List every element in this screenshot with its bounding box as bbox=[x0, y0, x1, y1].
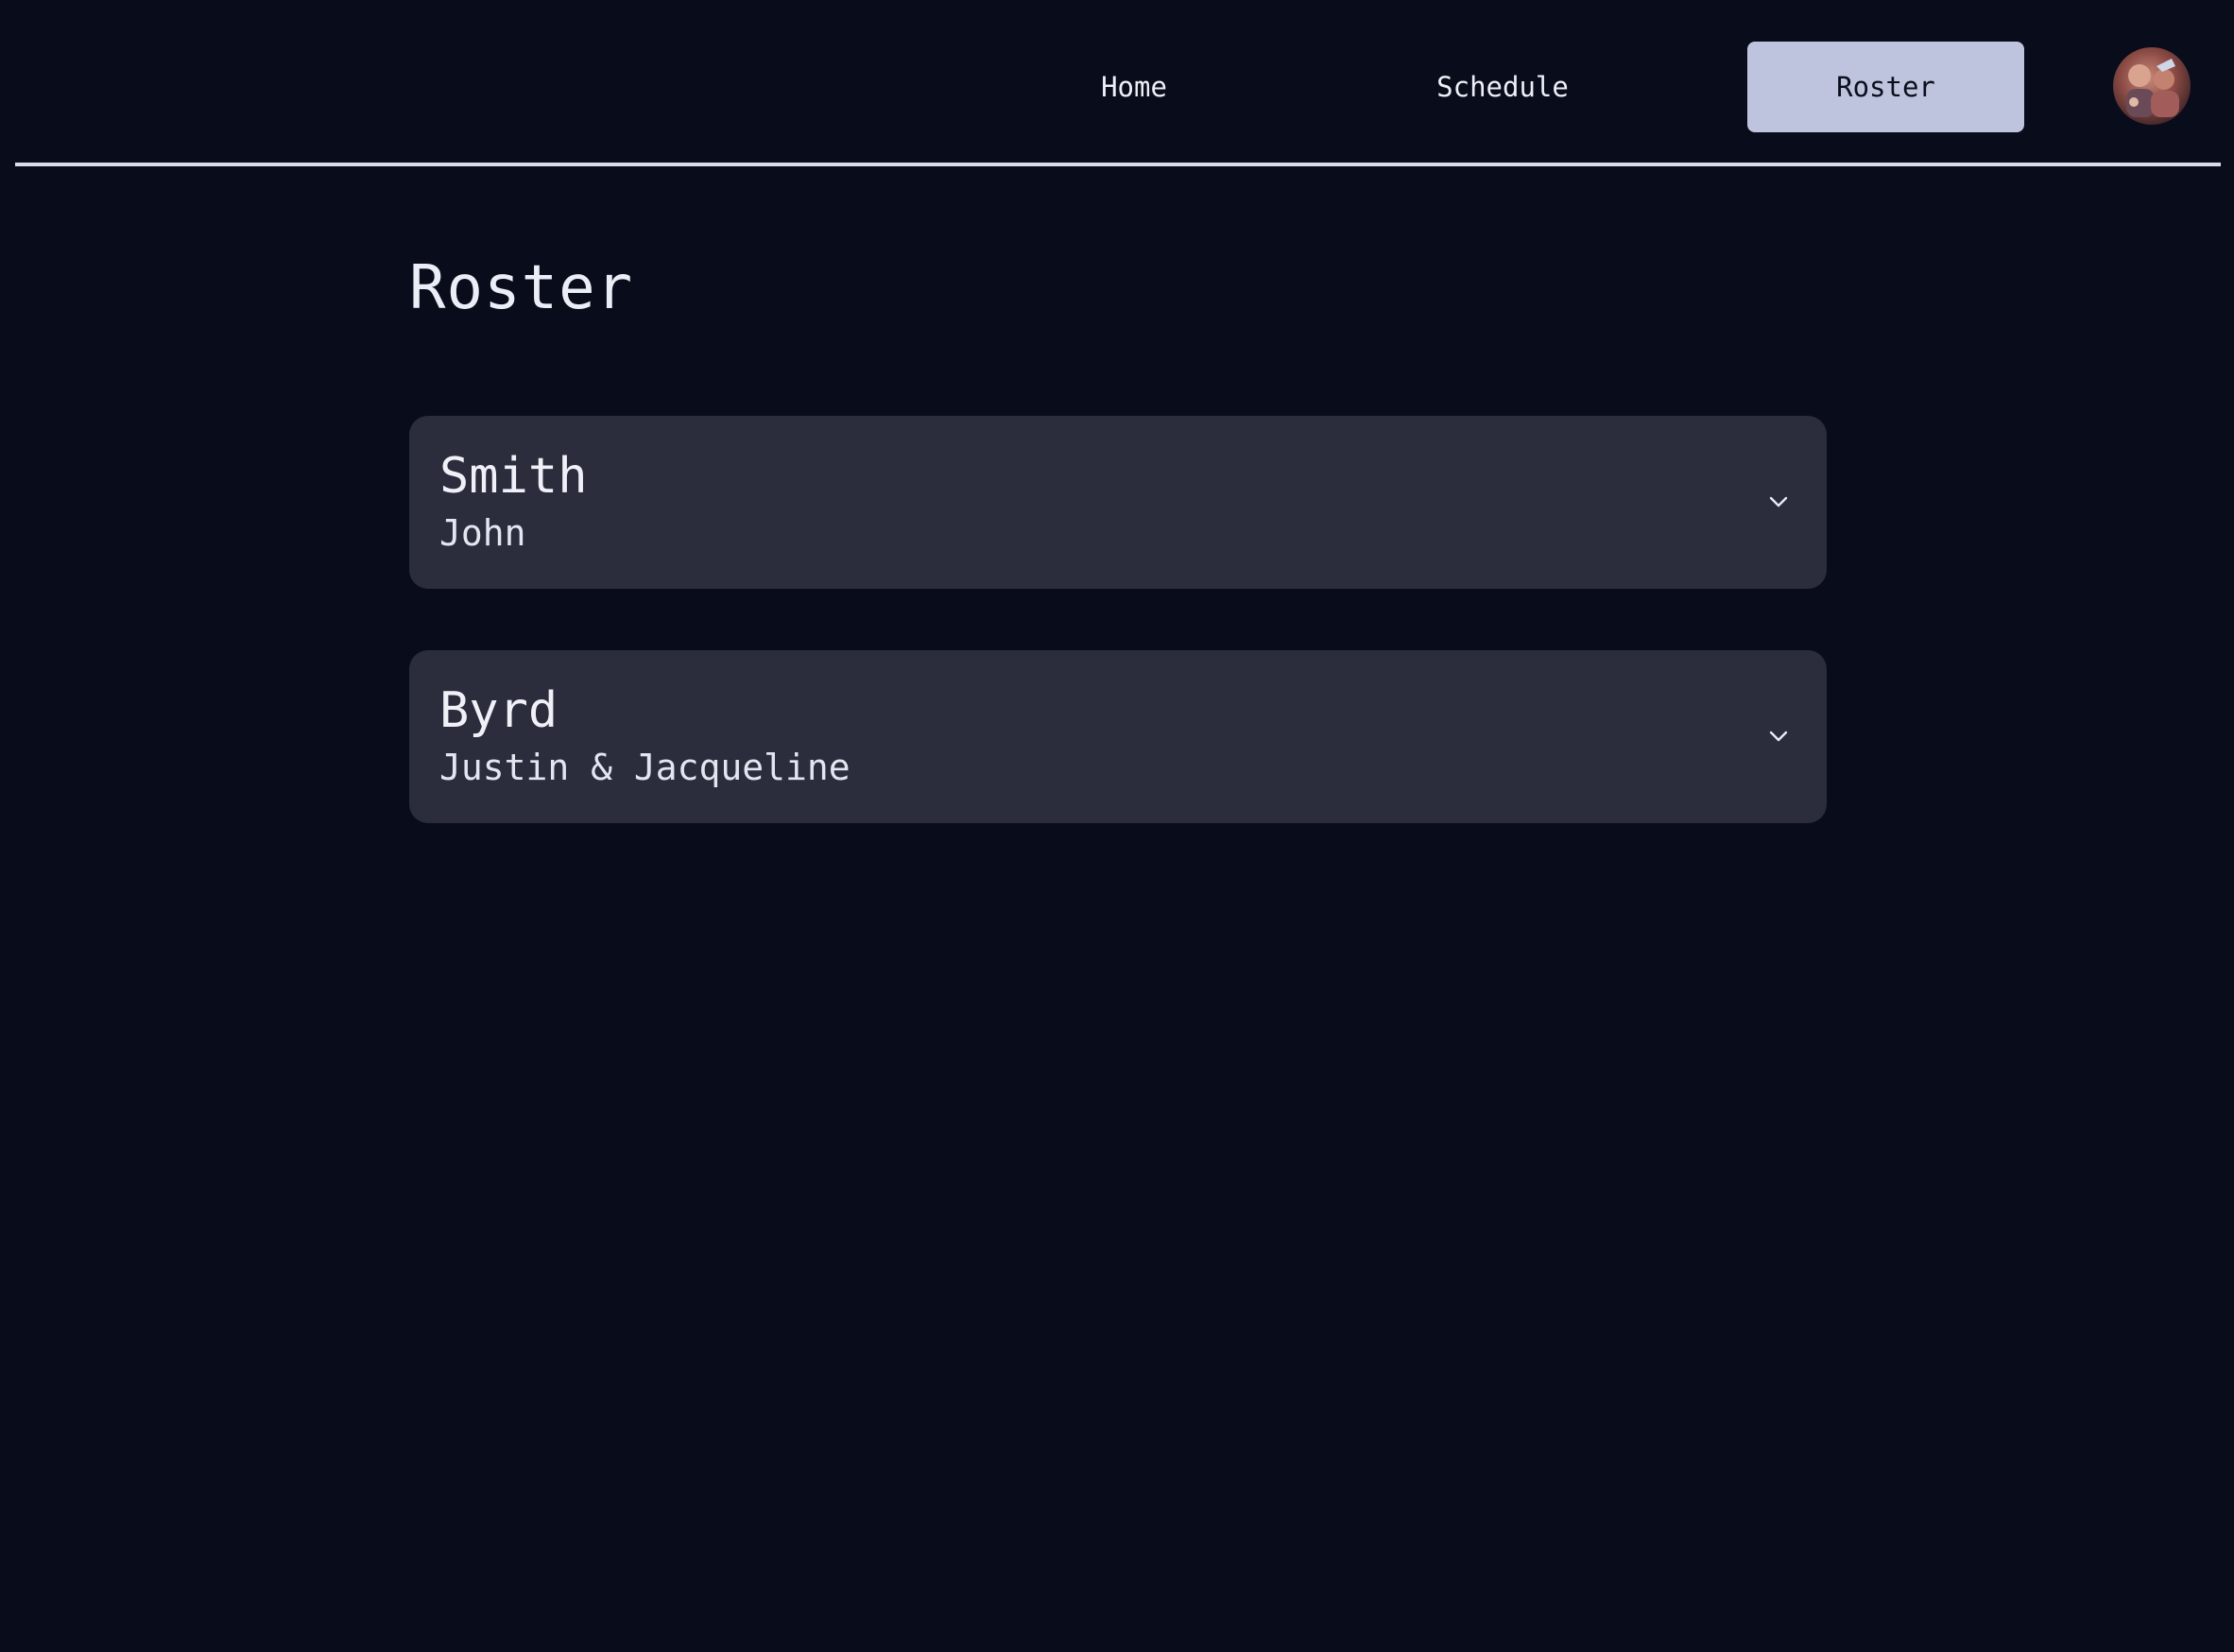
family-first-names: John bbox=[439, 512, 526, 554]
family-first-names: Justin & Jacqueline bbox=[439, 747, 851, 788]
navbar-divider bbox=[15, 163, 2221, 166]
chevron-down-icon[interactable] bbox=[1764, 722, 1793, 750]
top-navbar: Home Schedule Roster bbox=[0, 0, 2234, 166]
family-last-name: Byrd bbox=[439, 682, 558, 739]
nav-schedule-link[interactable]: Schedule bbox=[1408, 42, 1597, 132]
avatar-photo-icon bbox=[2113, 47, 2191, 125]
nav-home-link[interactable]: Home bbox=[1040, 42, 1229, 132]
user-avatar[interactable] bbox=[2113, 47, 2191, 125]
roster-page: Home Schedule Roster Roster Smith John B… bbox=[0, 0, 2234, 1652]
chevron-down-icon[interactable] bbox=[1764, 488, 1793, 516]
family-card-smith[interactable]: Smith John bbox=[409, 416, 1827, 589]
page-title: Roster bbox=[409, 253, 634, 323]
nav-roster-link[interactable]: Roster bbox=[1747, 42, 2024, 132]
family-card-byrd[interactable]: Byrd Justin & Jacqueline bbox=[409, 650, 1827, 823]
family-last-name: Smith bbox=[439, 448, 588, 505]
